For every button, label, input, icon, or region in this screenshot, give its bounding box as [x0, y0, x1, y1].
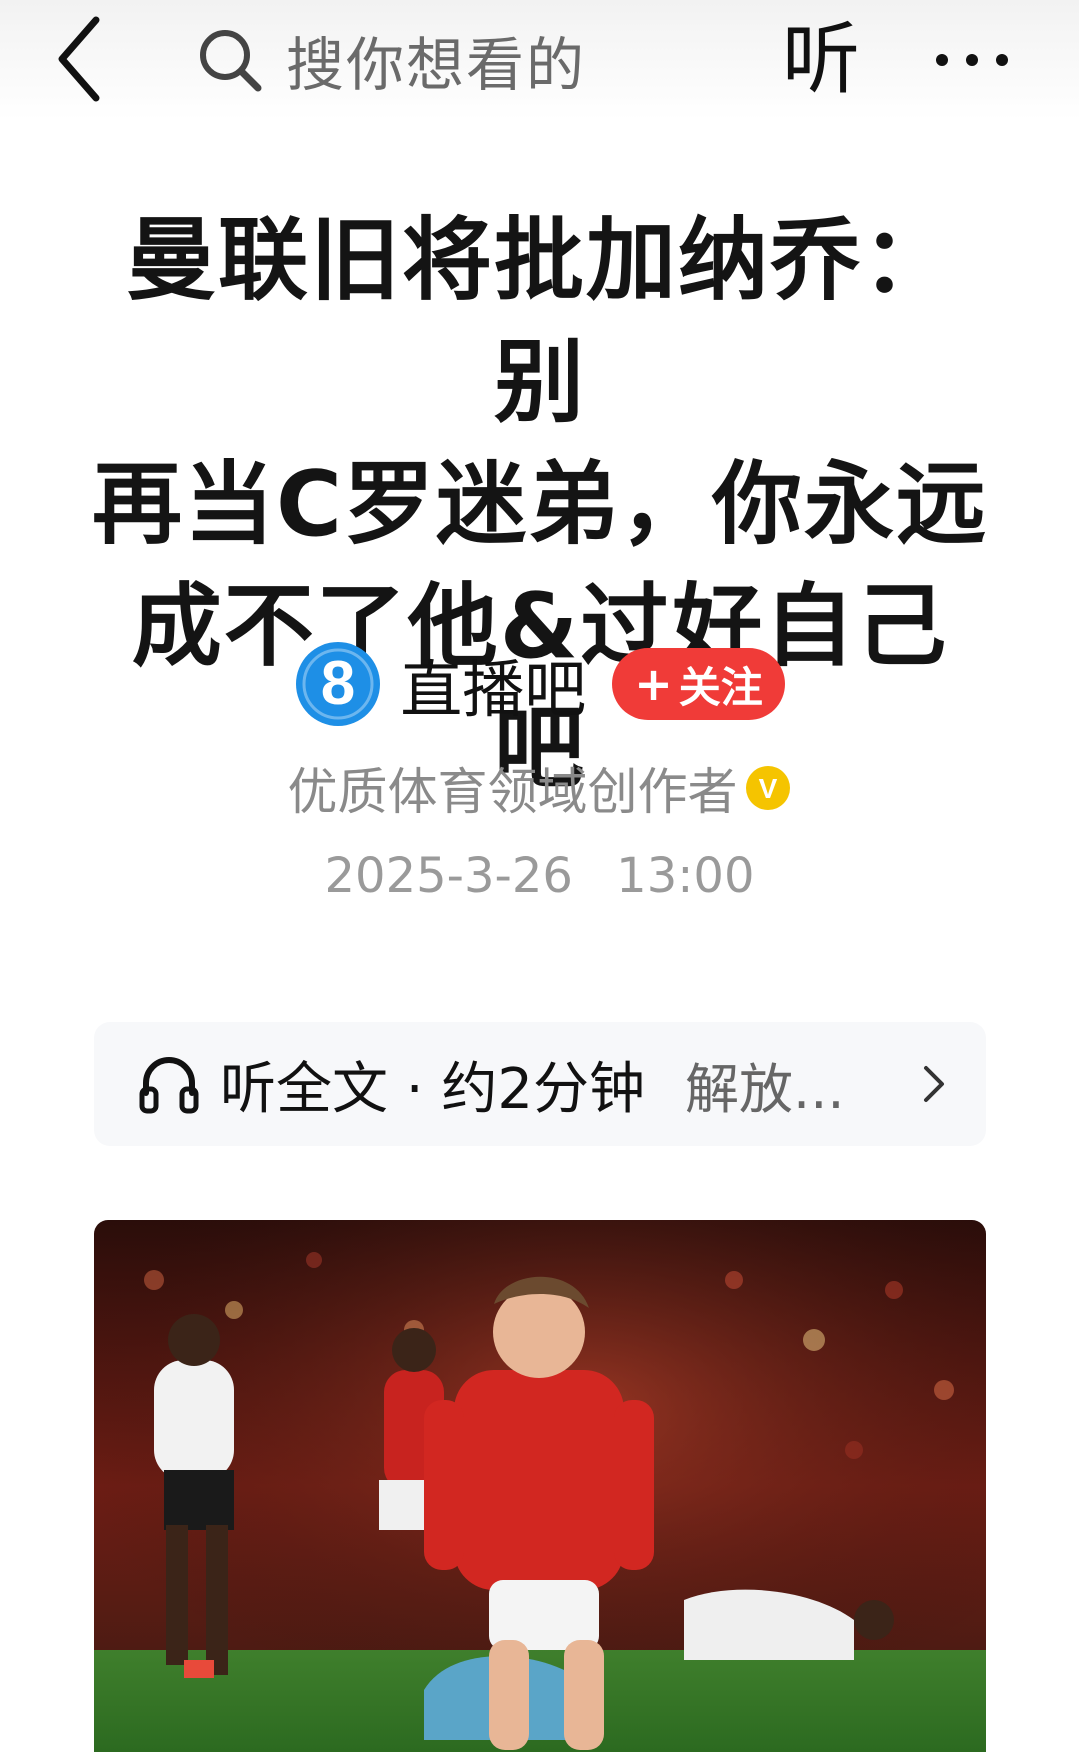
plus-icon: +: [634, 657, 673, 711]
article-photo[interactable]: [94, 1220, 986, 1752]
football-photo-illustration: [94, 1220, 986, 1752]
follow-button[interactable]: + 关注: [612, 648, 785, 720]
back-button[interactable]: [52, 14, 122, 104]
listen-full-label: 听全文 · 约2分钟: [220, 1056, 646, 1122]
author-name[interactable]: 直播吧: [400, 639, 586, 729]
avatar[interactable]: 8: [294, 640, 382, 728]
more-button[interactable]: [930, 12, 1030, 108]
follow-label: 关注: [678, 662, 763, 712]
listen-voice-label: 解放...: [685, 1057, 845, 1121]
chevron-right-icon: [924, 1066, 944, 1102]
search-placeholder: 搜你想看的: [286, 31, 587, 99]
article-title-line: 曼联旧将批加纳乔：别: [126, 208, 954, 435]
author-row: 8 直播吧 + 关注: [0, 636, 1079, 732]
author-description: 优质体育领域创作者: [287, 763, 738, 821]
top-navigation-bar: 搜你想看的 听: [0, 0, 1079, 120]
publish-date: 2025-3-26: [324, 848, 573, 904]
headphone-icon: [139, 1057, 199, 1114]
avatar-glyph: 8: [321, 649, 355, 718]
listen-full-article-bar[interactable]: 听全文 · 约2分钟 解放...: [94, 1022, 986, 1146]
publish-clock: 13:00: [616, 848, 755, 904]
verified-icon: V: [745, 766, 790, 810]
article-title-line: 再当C罗迷弟，你永远: [91, 452, 989, 557]
author-description-row: 优质体育领域创作者 V: [0, 752, 1079, 824]
listen-button[interactable]: 听: [782, 12, 860, 108]
more-dots-icon: [936, 54, 1008, 66]
search-icon: [200, 30, 262, 92]
verified-glyph: V: [758, 773, 777, 804]
search-input[interactable]: 搜你想看的: [196, 12, 716, 108]
chevron-left-icon: [58, 16, 100, 102]
publish-time: 2025-3-26 13:00: [0, 848, 1079, 904]
